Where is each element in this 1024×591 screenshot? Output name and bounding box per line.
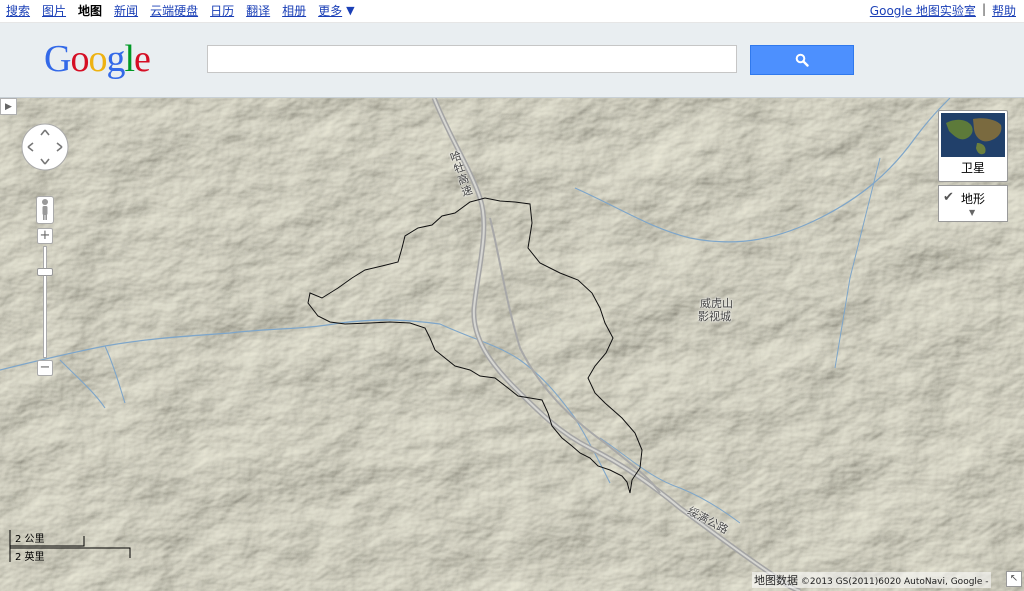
logo-letter: o [70,38,89,80]
google-logo[interactable]: Google [44,37,151,81]
search-icon [795,53,809,67]
street-view-pegman-icon[interactable] [36,196,54,224]
search-input[interactable] [207,45,737,73]
scale-mi-label: 2 英里 [15,552,45,563]
top-right-links: Google 地图实验室 | 帮助 [870,2,1016,19]
logo-letter: G [44,38,71,80]
zoom-in-button[interactable]: + [37,228,53,244]
nav-photos[interactable]: 相册 [282,2,306,19]
place-label-film-city: 影视城 [698,310,731,323]
copyright-text: ©2013 GS(2011)6020 AutoNavi, Google - [800,577,989,587]
terrain-toggle[interactable]: ✔ 地形 ▼ [938,185,1008,222]
nav-maps[interactable]: 地图 [78,2,102,19]
scale-bar: 2 公里 2 英里 [8,528,138,564]
map-data-link[interactable]: 地图数据 [754,574,798,587]
map-attribution: 地图数据 ©2013 GS(2011)6020 AutoNavi, Google… [752,572,991,588]
logo-letter: o [88,38,107,80]
search-header: Google [0,23,1024,98]
zoom-slider-track[interactable] [43,246,47,358]
product-nav: 搜索 图片 地图 新闻 云端硬盘 日历 翻译 相册 更多 ▼ [6,2,355,19]
checkmark-icon[interactable]: ✔ [943,190,954,205]
satellite-label: 卫星 [960,161,985,175]
zoom-slider-thumb[interactable] [37,268,53,276]
link-separator: | [981,2,986,16]
terrain-tint [0,98,1024,591]
zoom-out-button[interactable]: − [37,360,53,376]
search-button[interactable] [750,45,854,75]
maps-labs-link[interactable]: Google 地图实验室 [870,2,976,19]
nav-search[interactable]: 搜索 [6,2,30,19]
satellite-thumbnail [941,113,1005,157]
nav-translate[interactable]: 翻译 [246,2,270,19]
terrain-label: 地形 [961,192,986,206]
nav-more[interactable]: 更多 [318,2,342,19]
panel-toggle-icon[interactable]: ▶ [0,98,17,115]
terrain-map[interactable] [0,98,1024,591]
more-dropdown-icon[interactable]: ▼ [346,4,354,17]
nav-drive[interactable]: 云端硬盘 [150,2,198,19]
nav-images[interactable]: 图片 [42,2,66,19]
logo-letter: e [134,38,151,80]
map-canvas[interactable]: 哈牡高速 绥满公路 威虎山 影视城 ▶ + − 卫星 ✔ 地形 ▼ 2 公里 2… [0,98,1024,591]
nav-calendar[interactable]: 日历 [210,2,234,19]
pan-control[interactable] [20,122,70,172]
help-link[interactable]: 帮助 [992,2,1016,19]
top-nav-bar: 搜索 图片 地图 新闻 云端硬盘 日历 翻译 相册 更多 ▼ Google 地图… [0,0,1024,23]
logo-letter: g [106,38,125,80]
chevron-down-icon[interactable]: ▼ [969,208,975,217]
satellite-view-button[interactable]: 卫星 [938,110,1008,182]
logo-letter: l [124,38,135,80]
expand-icon[interactable]: ↖ [1006,571,1022,587]
scale-km-label: 2 公里 [15,534,45,545]
nav-news[interactable]: 新闻 [114,2,138,19]
